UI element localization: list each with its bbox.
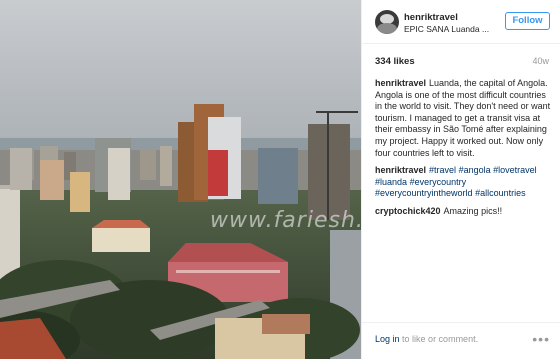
comment-item: henriktravel #travel #angola #lovetravel …: [375, 165, 553, 200]
hashtag-link[interactable]: #lovetravel: [493, 165, 537, 175]
hashtag-link[interactable]: #allcountries: [475, 188, 526, 198]
comment-text: Amazing pics!!: [443, 205, 503, 216]
hashtag-link[interactable]: #everycountry: [410, 177, 467, 187]
hashtag-link[interactable]: #angola: [459, 165, 491, 175]
post-stats: 334 likes 40w: [362, 52, 560, 68]
comment-item: cryptochick420 Amazing pics!!: [375, 206, 553, 218]
hashtag-link[interactable]: #luanda: [375, 177, 407, 187]
avatar[interactable]: [375, 10, 399, 34]
comment-item: henriktravel Luanda, the capital of Angol…: [375, 78, 553, 159]
watermark-text: www.fariesh.com: [210, 208, 361, 233]
post-header: henriktravel EPIC SANA Luanda ... Follow: [362, 0, 560, 44]
post-age[interactable]: 40w: [532, 56, 549, 66]
post-footer: Log in to like or comment. •••: [362, 322, 560, 359]
hashtag-link[interactable]: #everycountryintheworld: [375, 188, 473, 198]
login-prompt: Log in to like or comment.: [375, 334, 478, 344]
comment-author[interactable]: henriktravel: [375, 78, 426, 88]
comment-author[interactable]: cryptochick420: [375, 206, 441, 216]
avatar-body-shape: [377, 23, 397, 34]
post-photo[interactable]: www.fariesh.com: [0, 0, 361, 359]
comments-list: henriktravel Luanda, the capital of Angol…: [375, 78, 553, 224]
likes-count[interactable]: 334 likes: [375, 56, 415, 67]
post-sidebar: henriktravel EPIC SANA Luanda ... Follow…: [361, 0, 560, 359]
ellipsis-icon[interactable]: •••: [532, 331, 550, 347]
comment-text: Luanda, the capital of Angola. Angola is…: [375, 78, 551, 158]
follow-button[interactable]: Follow: [505, 12, 550, 30]
instagram-post-embed: www.fariesh.com henriktravel EPIC SANA L…: [0, 0, 560, 359]
username-link[interactable]: henriktravel: [404, 12, 458, 23]
city-skyline-image: [0, 0, 361, 359]
login-link[interactable]: Log in: [375, 334, 400, 344]
hashtag-link[interactable]: #travel: [429, 165, 456, 175]
login-prompt-text: to like or comment.: [402, 334, 479, 344]
location-link[interactable]: EPIC SANA Luanda ...: [404, 24, 496, 34]
comment-author[interactable]: henriktravel: [375, 165, 426, 175]
